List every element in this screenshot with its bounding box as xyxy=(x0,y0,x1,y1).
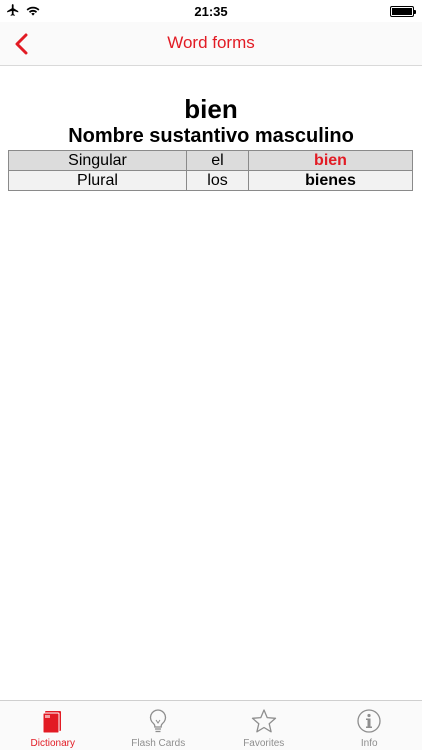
tab-info[interactable]: Info xyxy=(317,701,422,750)
tab-favorites[interactable]: Favorites xyxy=(211,701,317,750)
tab-label: Dictionary xyxy=(30,738,75,749)
navigation-bar: Word forms xyxy=(0,22,422,66)
status-bar: 21:35 xyxy=(0,0,422,22)
page-title: Word forms xyxy=(167,33,255,52)
number-cell: Singular xyxy=(8,150,187,171)
tab-dictionary[interactable]: Dictionary xyxy=(0,701,106,750)
status-time: 21:35 xyxy=(194,4,228,19)
book-icon xyxy=(39,707,67,735)
part-of-speech: Nombre sustantivo masculino xyxy=(68,125,354,147)
star-icon xyxy=(250,707,278,735)
word-cell: bien xyxy=(248,150,413,171)
number-cell: Plural xyxy=(8,170,187,191)
headword: bien xyxy=(184,94,238,124)
tab-label: Flash Cards xyxy=(131,738,186,749)
article-cell: los xyxy=(186,170,249,191)
tab-bar: Dictionary Flash Cards Favorites Info xyxy=(0,700,422,750)
article-cell: el xyxy=(186,150,249,171)
table-row: Singular el bien xyxy=(8,150,413,171)
table-row: Plural los bienes xyxy=(8,170,413,191)
word-forms-table: Singular el bien Plural los bienes xyxy=(8,150,413,191)
word-cell: bienes xyxy=(248,170,413,191)
lightbulb-icon xyxy=(144,707,172,735)
tab-label: Favorites xyxy=(243,738,285,749)
word-forms-content: bien Nombre sustantivo masculino Singula… xyxy=(0,66,422,191)
tab-flash-cards[interactable]: Flash Cards xyxy=(106,701,212,750)
tab-label: Info xyxy=(360,738,378,749)
info-icon xyxy=(355,707,383,735)
battery-icon xyxy=(390,6,416,17)
